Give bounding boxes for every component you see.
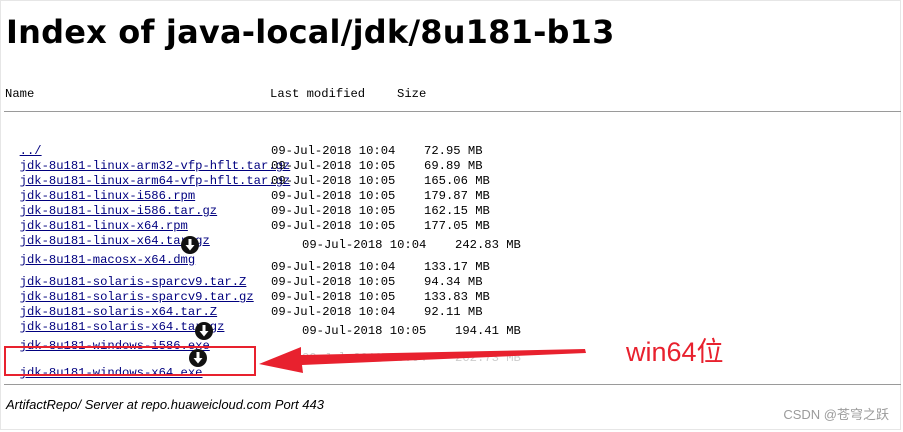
server-signature: ArtifactRepo/ Server at repo.huaweicloud… bbox=[6, 397, 324, 412]
download-arrow-icon[interactable] bbox=[181, 236, 199, 254]
column-header-last-modified[interactable]: Last modified bbox=[270, 87, 365, 102]
parent-directory-row: ../ bbox=[5, 129, 42, 158]
file-size: 165.06 MB bbox=[424, 174, 490, 188]
footer-divider bbox=[4, 384, 901, 385]
file-modified: 09-Jul-2018 10:05 bbox=[271, 204, 396, 218]
file-row: jdk-8u181-macosx-x64.dmg 09-Jul-2018 10:… bbox=[5, 238, 521, 267]
file-row: jdk-8u181-windows-i586.exe 09-Jul-2018 1… bbox=[5, 324, 521, 353]
file-row: jdk-8u181-solaris-x64.tar.Z 09-Jul-2018 … bbox=[5, 290, 490, 319]
file-size: 179.87 MB bbox=[424, 189, 490, 203]
page-title: Index of java-local/jdk/8u181-b13 bbox=[6, 13, 615, 51]
file-size: 69.89 MB bbox=[424, 159, 483, 173]
file-size: 94.34 MB bbox=[424, 275, 483, 289]
column-header-name[interactable]: Name bbox=[5, 87, 34, 102]
file-modified: 09-Jul-2018 10:05 bbox=[271, 290, 396, 304]
file-row: jdk-8u181-linux-arm32-vfp-hflt.tar.gz 09… bbox=[5, 144, 483, 173]
file-row: jdk-8u181-solaris-sparcv9.tar.gz 09-Jul-… bbox=[5, 275, 483, 304]
file-row: jdk-8u181-linux-arm64-vfp-hflt.tar.gz 09… bbox=[5, 159, 483, 188]
file-row: jdk-8u181-linux-i586.tar.gz 09-Jul-2018 … bbox=[5, 189, 490, 218]
file-row: jdk-8u181-linux-i586.rpm 09-Jul-2018 10:… bbox=[5, 174, 490, 203]
file-modified: 09-Jul-2018 10:05 bbox=[302, 324, 427, 338]
file-modified: 09-Jul-2018 10:05 bbox=[271, 174, 396, 188]
annotation-label: win64位 bbox=[626, 337, 724, 367]
file-size: 133.83 MB bbox=[424, 290, 490, 304]
annotation-arrow-icon bbox=[259, 347, 586, 373]
header-divider bbox=[4, 111, 901, 112]
file-size: 92.11 MB bbox=[424, 305, 483, 319]
file-modified: 09-Jul-2018 10:05 bbox=[271, 189, 396, 203]
file-row: jdk-8u181-linux-x64.rpm 09-Jul-2018 10:0… bbox=[5, 204, 490, 233]
file-modified: 09-Jul-2018 10:04 bbox=[271, 305, 396, 319]
file-row: jdk-8u181-linux-x64.tar.gz 09-Jul-2018 1… bbox=[5, 219, 490, 248]
file-size: 162.15 MB bbox=[424, 204, 490, 218]
file-modified: 09-Jul-2018 10:04 bbox=[271, 144, 396, 158]
file-size: 177.05 MB bbox=[424, 219, 490, 233]
annotation-highlight-box bbox=[4, 346, 256, 376]
file-row: jdk-8u181-solaris-x64.tar.gz 09-Jul-2018… bbox=[5, 305, 483, 334]
file-modified: 09-Jul-2018 10:04 bbox=[271, 260, 396, 274]
file-modified: 09-Jul-2018 10:04 bbox=[302, 238, 427, 252]
download-arrow-icon[interactable] bbox=[195, 322, 213, 340]
file-row: jdk-8u181-solaris-sparcv9.tar.Z 09-Jul-2… bbox=[5, 260, 490, 289]
file-modified: 09-Jul-2018 10:05 bbox=[271, 219, 396, 233]
file-size: 242.83 MB bbox=[455, 238, 521, 252]
file-size: 194.41 MB bbox=[455, 324, 521, 338]
file-size: 72.95 MB bbox=[424, 144, 483, 158]
column-header-size[interactable]: Size bbox=[397, 87, 426, 102]
file-modified: 09-Jul-2018 10:05 bbox=[271, 275, 396, 289]
file-modified: 09-Jul-2018 10:05 bbox=[271, 159, 396, 173]
watermark: CSDN @苍穹之跃 bbox=[783, 407, 889, 422]
file-size: 133.17 MB bbox=[424, 260, 490, 274]
